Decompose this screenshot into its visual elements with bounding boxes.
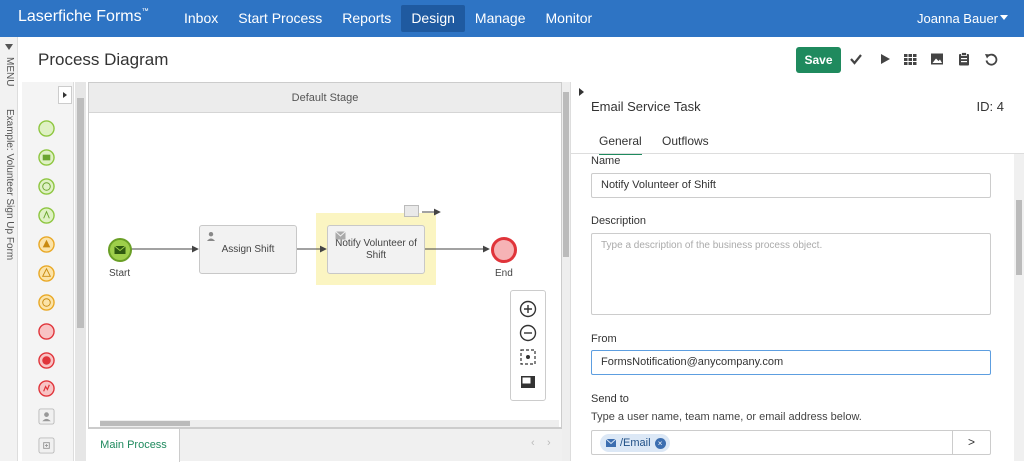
- nav-reports[interactable]: Reports: [332, 0, 401, 37]
- trademark-mark: ™: [141, 8, 149, 15]
- image-icon[interactable]: [930, 52, 944, 66]
- close-icon[interactable]: ×: [654, 437, 666, 449]
- tab-outflows[interactable]: Outflows: [662, 134, 709, 148]
- signal-intermediate-event-icon[interactable]: [38, 236, 55, 253]
- timer-start-event-icon[interactable]: [38, 178, 55, 195]
- properties-divider: [571, 153, 1024, 154]
- user-menu[interactable]: Joanna Bauer: [917, 11, 998, 26]
- recipient-tag-label: /Email: [620, 437, 651, 449]
- menu-toggle[interactable]: MENU: [4, 57, 15, 86]
- fit-to-screen-icon[interactable]: [519, 348, 537, 366]
- zoom-controls: [510, 290, 546, 401]
- tab-main-process[interactable]: Main Process: [88, 429, 180, 462]
- start-event-label: Start: [109, 268, 131, 279]
- send-to-picker-button[interactable]: >: [952, 431, 990, 454]
- nav-inbox[interactable]: Inbox: [174, 0, 228, 37]
- properties-id: ID: 4: [976, 99, 1004, 114]
- task-notify-volunteer[interactable]: Notify Volunteer of Shift: [327, 225, 425, 274]
- send-to-label: Send to: [591, 393, 629, 405]
- minimap-icon[interactable]: [519, 373, 537, 391]
- name-field[interactable]: Notify Volunteer of Shift: [591, 173, 991, 198]
- palette-expand-toggle[interactable]: [58, 86, 72, 104]
- brand-name: Laserfiche Forms: [18, 8, 142, 25]
- envelope-icon: [335, 231, 346, 240]
- main-nav: Inbox Start Process Reports Design Manag…: [174, 0, 602, 37]
- message-start-event-icon[interactable]: [38, 149, 55, 166]
- start-event-icon[interactable]: [38, 120, 55, 137]
- recipient-tag[interactable]: /Email ×: [600, 434, 670, 452]
- end-event[interactable]: [490, 236, 518, 264]
- task-assign-shift[interactable]: Assign Shift: [199, 225, 297, 274]
- from-label: From: [591, 333, 617, 345]
- top-navigation-bar: Laserfiche Forms™ Inbox Start Process Re…: [0, 0, 1024, 37]
- chevron-right-icon: [63, 92, 67, 98]
- properties-title: Email Service Task: [591, 99, 701, 114]
- start-event[interactable]: [107, 237, 133, 263]
- canvas-horizontal-scroll-thumb[interactable]: [100, 421, 190, 426]
- description-label: Description: [591, 215, 647, 227]
- tab-prev-arrow[interactable]: ‹: [531, 437, 535, 449]
- properties-scrollbar[interactable]: [1014, 154, 1024, 461]
- error-end-event-icon[interactable]: [38, 380, 55, 397]
- task-assign-shift-label: Assign Shift: [221, 244, 275, 255]
- brand-logo[interactable]: Laserfiche Forms™: [18, 8, 149, 26]
- from-field[interactable]: FormsNotification@anycompany.com: [591, 350, 991, 375]
- properties-scroll-thumb[interactable]: [1016, 200, 1022, 275]
- user-task-icon[interactable]: [38, 408, 55, 425]
- signal-catch-event-icon[interactable]: [38, 265, 55, 282]
- name-label: Name: [591, 155, 621, 167]
- save-button[interactable]: Save: [796, 47, 841, 73]
- zoom-out-icon[interactable]: [519, 324, 537, 342]
- side-menu-rail: MENU Example: Volunteer Sign Up Form: [0, 37, 18, 461]
- chevron-right-icon[interactable]: [579, 88, 584, 96]
- nav-design[interactable]: Design: [401, 5, 465, 32]
- end-event-label: End: [495, 268, 513, 279]
- terminate-end-event-icon[interactable]: [38, 352, 55, 369]
- chevron-down-icon[interactable]: [1000, 15, 1008, 20]
- envelope-icon: [606, 439, 616, 447]
- user-icon: [207, 232, 215, 241]
- canvas-vertical-scroll-thumb[interactable]: [563, 92, 569, 257]
- zoom-in-icon[interactable]: [519, 300, 537, 318]
- subprocess-icon[interactable]: [38, 437, 55, 454]
- timer-intermediate-event-icon[interactable]: [38, 294, 55, 311]
- clipboard-icon[interactable]: [957, 52, 971, 66]
- checkmark-icon[interactable]: [849, 52, 863, 66]
- tab-general[interactable]: General: [599, 134, 642, 155]
- send-to-field[interactable]: /Email × >: [591, 430, 991, 455]
- tab-next-arrow[interactable]: ›: [547, 437, 551, 449]
- undo-icon[interactable]: [984, 52, 998, 66]
- process-tabs: Main Process ‹ ›: [88, 428, 562, 462]
- annotation-icon[interactable]: [404, 203, 420, 219]
- end-event-icon[interactable]: [38, 323, 55, 340]
- canvas-horizontal-scrollbar[interactable]: [100, 420, 559, 427]
- properties-panel: Email Service Task ID: 4 General Outflow…: [570, 82, 1024, 461]
- task-notify-volunteer-label: Notify Volunteer of Shift: [335, 237, 417, 261]
- form-name-label: Example: Volunteer Sign Up Form: [4, 109, 15, 261]
- signal-start-event-icon[interactable]: [38, 207, 55, 224]
- palette-scroll-thumb[interactable]: [77, 98, 84, 328]
- chevron-down-icon[interactable]: [5, 43, 13, 51]
- nav-manage[interactable]: Manage: [465, 0, 536, 37]
- palette-scrollbar[interactable]: [75, 82, 86, 461]
- play-icon[interactable]: [878, 52, 892, 66]
- send-to-hint: Type a user name, team name, or email ad…: [591, 411, 862, 423]
- canvas-vertical-scrollbar[interactable]: [562, 82, 570, 461]
- nav-start-process[interactable]: Start Process: [228, 0, 332, 37]
- page-title: Process Diagram: [38, 50, 169, 69]
- description-field[interactable]: Type a description of the business proce…: [591, 233, 991, 315]
- grid-icon[interactable]: [903, 52, 917, 66]
- nav-monitor[interactable]: Monitor: [536, 0, 603, 37]
